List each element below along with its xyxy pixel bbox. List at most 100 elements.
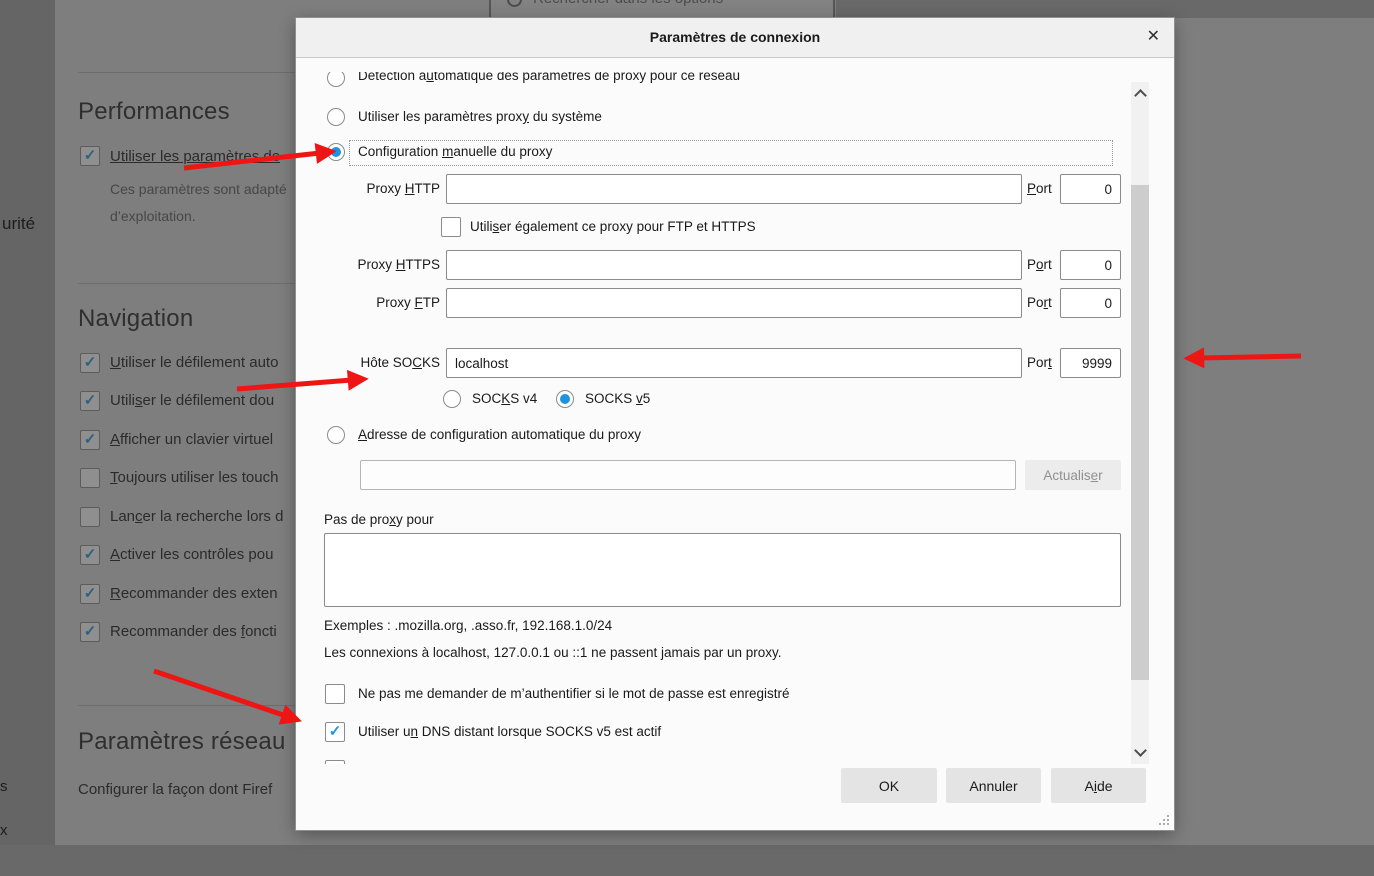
close-icon[interactable]: ✕: [1147, 27, 1160, 47]
nav-checkbox-smoothscroll[interactable]: ✓: [80, 391, 100, 411]
scrollbar-thumb[interactable]: [1131, 185, 1149, 680]
proxy-http-port-input[interactable]: [1060, 174, 1121, 204]
checkmark-icon: ✓: [83, 354, 97, 371]
proxy-ftp-label: Proxy FTP: [376, 295, 440, 310]
performance-desc-line1: Ces paramètres sont adapté: [110, 181, 287, 197]
proxy-ftp-input[interactable]: [446, 288, 1022, 318]
radio-socks-v4-label: SOCKS v4: [472, 391, 538, 406]
proxy-http-port-label: Port: [1027, 181, 1052, 196]
window-left-margin: [0, 0, 55, 876]
window-bottom-margin: [0, 845, 1374, 876]
arrow-remote-dns: [153, 668, 302, 725]
nav-checkbox-search-typing[interactable]: [80, 507, 100, 527]
arrow-socks-port: [1183, 347, 1302, 369]
nav-label-search-typing: Lancer la recherche lors d: [110, 508, 284, 525]
radio-auto-detect-label: Détection automatique des paramètres de …: [358, 72, 740, 83]
proxy-http-label: Proxy HTTP: [366, 181, 440, 196]
help-button[interactable]: Aide: [1051, 768, 1146, 803]
radio-autoconfig-label: Adresse de configuration automatique du …: [358, 427, 641, 442]
window-top-margin: [836, 0, 1374, 18]
nav-label-media-controls: Activer les contrôles pou: [110, 546, 274, 563]
remote-dns-checkbox[interactable]: ✓: [325, 722, 345, 742]
autoconfig-url-input[interactable]: [360, 460, 1016, 490]
no-proxy-note: Les connexions à localhost, 127.0.0.1 ou…: [324, 645, 782, 660]
network-settings-heading: Paramètres réseau: [78, 728, 286, 755]
share-proxy-checkbox[interactable]: [441, 217, 461, 237]
sidebar-item-security-fragment[interactable]: urité: [2, 214, 35, 234]
nav-label-recommend-features: Recommander des foncti: [110, 623, 277, 640]
performance-desc-line2: d’exploitation.: [110, 208, 196, 224]
connection-settings-dialog: Paramètres de connexion ✕ Détection auto…: [296, 18, 1174, 830]
no-proxy-textarea[interactable]: [324, 533, 1121, 607]
screenshot-canvas: Rechercher dans les options urité s x Pe…: [0, 0, 1374, 876]
nav-label-smoothscroll: Utiliser le défilement dou: [110, 392, 275, 409]
network-settings-desc: Configurer la façon dont Firef: [78, 781, 273, 798]
proxy-https-port-input[interactable]: [1060, 250, 1121, 280]
radio-auto-detect-proxy[interactable]: [327, 72, 345, 87]
sidebar-fragment-x: x: [0, 822, 8, 839]
radio-socks-v4[interactable]: [443, 390, 461, 408]
search-icon: [507, 0, 522, 7]
clipped-checkbox[interactable]: [325, 760, 345, 764]
nav-label-recommend-extensions: Recommander des exten: [110, 585, 278, 602]
search-placeholder: Rechercher dans les options: [533, 0, 723, 7]
radio-manual-proxy[interactable]: [327, 143, 345, 161]
radio-socks-v5[interactable]: [556, 390, 574, 408]
nav-label-autoscroll: Utiliser le défilement auto: [110, 354, 279, 371]
nav-label-virtual-keyboard: Afficher un clavier virtuel: [110, 431, 274, 448]
proxy-https-label: Proxy HTTPS: [357, 257, 440, 272]
checkmark-icon: ✓: [83, 585, 97, 602]
cancel-button[interactable]: Annuler: [946, 768, 1041, 803]
resize-grip-icon[interactable]: [1159, 815, 1169, 825]
dialog-titlebar: Paramètres de connexion ✕: [296, 18, 1174, 58]
performance-settings-label: Utiliser les paramètres de: [110, 148, 281, 165]
no-proxy-examples: Exemples : .mozilla.org, .asso.fr, 192.1…: [324, 618, 613, 633]
nav-checkbox-media-controls[interactable]: ✓: [80, 545, 100, 565]
checkmark-icon: ✓: [83, 392, 97, 409]
refresh-button[interactable]: Actualiser: [1025, 460, 1121, 490]
checkmark-icon: ✓: [83, 623, 97, 640]
dialog-title: Paramètres de connexion: [649, 29, 821, 45]
chevron-down-icon[interactable]: [1134, 744, 1147, 757]
sidebar-fragment-s: s: [0, 778, 8, 795]
socks-port-label: Port: [1027, 355, 1052, 370]
radio-system-proxy[interactable]: [327, 108, 345, 126]
dialog-scroll-area: Détection automatique des paramètres de …: [296, 72, 1132, 764]
remote-dns-label: Utiliser un DNS distant lorsque SOCKS v5…: [358, 724, 662, 739]
radio-manual-proxy-label: Configuration manuelle du proxy: [358, 144, 553, 159]
radio-socks-v5-label: SOCKS v5: [585, 391, 651, 406]
nav-checkbox-recommend-extensions[interactable]: ✓: [80, 584, 100, 604]
radio-system-proxy-label: Utiliser les paramètres proxy du système: [358, 109, 602, 124]
nav-checkbox-virtual-keyboard[interactable]: ✓: [80, 430, 100, 450]
checkmark-icon: ✓: [328, 723, 342, 740]
no-proxy-label: Pas de proxy pour: [324, 512, 434, 527]
performances-heading: Performances: [78, 98, 230, 125]
nav-checkbox-caret-keys[interactable]: [80, 468, 100, 488]
no-auth-prompt-label: Ne pas me demander de m’authentifier si …: [358, 686, 790, 701]
dialog-scrollbar[interactable]: [1131, 82, 1149, 764]
proxy-http-input[interactable]: [446, 174, 1022, 204]
checkmark-icon: ✓: [83, 546, 97, 563]
options-search-input[interactable]: Rechercher dans les options: [489, 0, 835, 20]
performance-settings-checkbox[interactable]: ✓: [80, 146, 100, 166]
navigation-heading: Navigation: [78, 305, 194, 332]
proxy-ftp-port-label: Port: [1027, 295, 1052, 310]
radio-dot: [560, 394, 570, 404]
radio-dot: [331, 147, 341, 157]
chevron-up-icon[interactable]: [1134, 89, 1147, 102]
proxy-https-input[interactable]: [446, 250, 1022, 280]
share-proxy-label: Utiliser également ce proxy pour FTP et …: [470, 219, 756, 234]
nav-checkbox-autoscroll[interactable]: ✓: [80, 353, 100, 373]
ok-button[interactable]: OK: [841, 768, 937, 803]
socks-host-input[interactable]: [446, 348, 1022, 378]
no-auth-prompt-checkbox[interactable]: [325, 684, 345, 704]
checkmark-icon: ✓: [83, 147, 97, 164]
socks-host-label: Hôte SOCKS: [360, 355, 440, 370]
radio-autoconfig-url[interactable]: [327, 426, 345, 444]
nav-label-caret-keys: Toujours utiliser les touch: [110, 469, 279, 486]
socks-port-input[interactable]: [1060, 348, 1121, 378]
nav-checkbox-recommend-features[interactable]: ✓: [80, 622, 100, 642]
proxy-https-port-label: Port: [1027, 257, 1052, 272]
checkmark-icon: ✓: [83, 431, 97, 448]
proxy-ftp-port-input[interactable]: [1060, 288, 1121, 318]
